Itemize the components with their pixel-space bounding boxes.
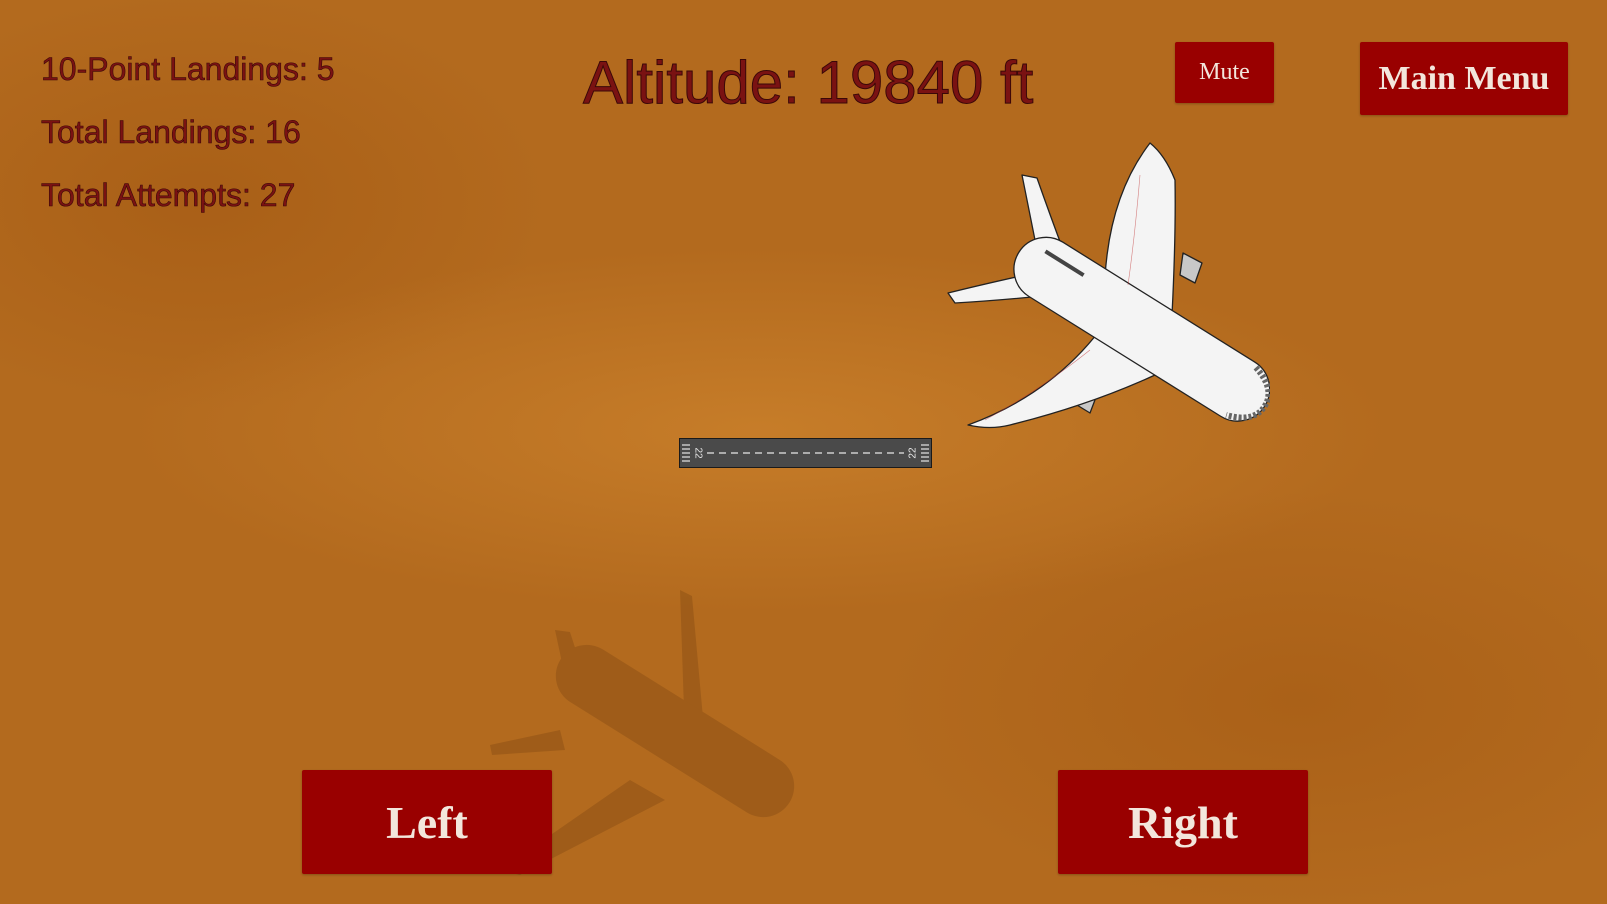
main-menu-button[interactable]: Main Menu [1360,42,1568,115]
mute-button[interactable]: Mute [1175,42,1274,103]
runway-number-left: 22 [692,447,703,459]
left-button[interactable]: Left [302,770,552,874]
total-attempts-counter: Total Attempts: 27 [41,177,296,214]
total-landings-counter: Total Landings: 16 [41,114,301,151]
ten-point-landings-counter: 10-Point Landings: 5 [41,51,335,88]
right-button[interactable]: Right [1058,770,1308,874]
runway-number-right: 22 [908,447,919,459]
runway: 22 22 [679,438,932,468]
airplane [947,142,1270,429]
altitude-readout: Altitude: 19840 ft [582,49,1034,117]
